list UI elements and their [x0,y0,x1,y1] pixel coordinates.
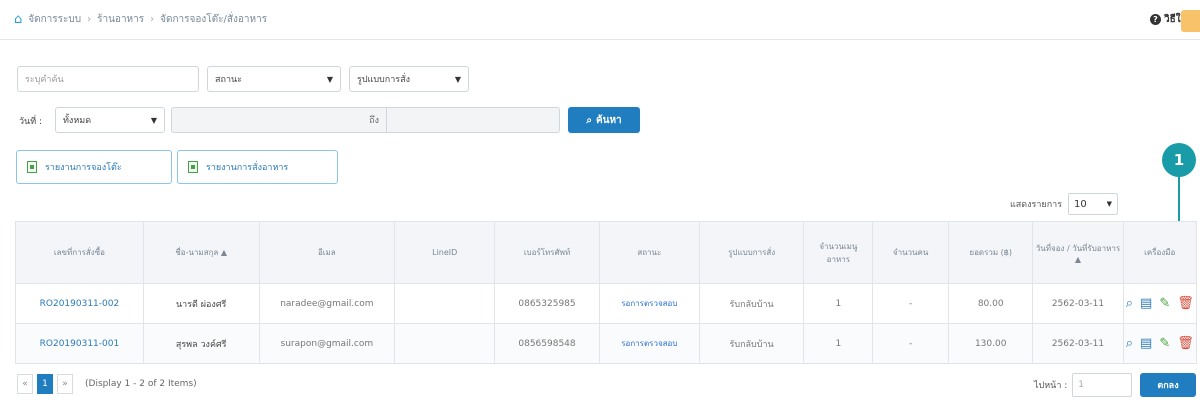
customer-lineid [394,323,496,364]
page-size-label: แสดงรายการ [1010,200,1063,210]
caret-down-icon: ▼ [326,74,333,84]
col-tools: เครื่องมือ [1122,221,1198,284]
order-type-select[interactable]: รูปแบบการสั่ง ▼ [349,66,469,92]
date-from-input[interactable]: ถึง [171,107,387,133]
pagination-info: (Display 1 - 2 of 2 Items) [85,379,197,389]
pencil-icon[interactable]: ✎ [1159,336,1170,351]
col-people[interactable]: จำนวนคน [872,221,949,284]
customer-name: สุรพล วงค์ศรี [142,323,260,364]
goto-page-control: ไปหน้า : 1 [1034,373,1133,397]
breadcrumb: ⌂ จัดการระบบ › ร้านอาหาร › จัดการจองโต๊ะ… [14,12,267,27]
pagination: « 1 » (Display 1 - 2 of 2 Items) [17,374,197,394]
caret-down-icon: ▼ [454,74,461,84]
col-email[interactable]: อีเมล [258,221,396,284]
search-button-label: ค้นหา [595,114,622,126]
search-input[interactable]: ระบุคำค้น [17,66,199,92]
menu-count: 1 [803,283,874,324]
order-date: 2562-03-11 [1032,323,1124,364]
home-icon[interactable]: ⌂ [14,12,22,27]
booking-report-button[interactable]: รายงานการจองโต๊ะ [16,150,172,184]
date-to-input[interactable] [386,107,560,133]
status-select-value: สถานะ [215,75,242,85]
date-range-select[interactable]: ทั้งหมด ▼ [55,107,165,133]
status-select[interactable]: สถานะ ▼ [207,66,341,92]
date-label: วันที่ : [19,117,43,127]
document-icon [188,161,198,173]
document-icon[interactable]: ▤ [1140,336,1152,351]
breadcrumb-item-restaurant[interactable]: ร้านอาหาร [97,12,144,27]
next-page-button[interactable]: » [57,374,73,394]
food-report-label: รายงานการสั่งอาหาร [206,163,289,173]
notification-tab[interactable] [1181,10,1200,32]
search-button[interactable]: ⌕ ค้นหา [568,107,640,133]
document-icon[interactable]: ▤ [1140,296,1152,311]
trash-icon[interactable]: 🗑 [1177,336,1194,351]
table-row: RO20190311-002 นารดี ผ่องศรี naradee@gma… [15,283,1198,324]
order-type: รับกลับบ้าน [698,283,805,324]
order-total: 80.00 [947,283,1034,324]
table-header-row: เลขที่การสั่งซื้อ ชื่อ-นามสกุล ▲ อีเมล L… [15,221,1198,284]
search-placeholder: ระบุคำค้น [25,75,64,85]
page-size-control: แสดงรายการ 10 ▼ [1010,193,1119,215]
goto-page-value: 1 [1078,380,1085,390]
table-row: RO20190311-001 สุรพล วงค์ศรี surapon@gma… [15,323,1198,364]
food-report-button[interactable]: รายงานการสั่งอาหาร [177,150,338,184]
date-to-label: ถึง [369,116,379,126]
magnifier-icon[interactable]: ⌕ [1126,336,1133,351]
page-size-select[interactable]: 10 ▼ [1068,193,1119,215]
col-status[interactable]: สถานะ [598,221,700,284]
customer-phone: 0865325985 [494,283,600,324]
order-total: 130.00 [947,323,1034,364]
customer-lineid [394,283,496,324]
breadcrumb-item-system[interactable]: จัดการระบบ [28,12,81,27]
col-total[interactable]: ยอดรวม (฿) [947,221,1034,284]
customer-email: surapon@gmail.com [258,323,396,364]
chevron-right-icon: › [87,14,92,25]
people-count: - [872,323,949,364]
annotation-badge: 1 [1162,143,1196,177]
date-range-value: ทั้งหมด [63,116,92,126]
goto-submit-button[interactable]: ตกลง [1140,373,1196,397]
order-no-link[interactable]: RO20190311-001 [15,323,144,364]
orders-table: เลขที่การสั่งซื้อ ชื่อ-นามสกุล ▲ อีเมล L… [15,221,1198,364]
people-count: - [872,283,949,324]
document-icon [27,161,37,173]
page-size-value: 10 [1074,198,1087,210]
breadcrumb-item-current: จัดการจองโต๊ะ/สั่งอาหาร [160,14,268,25]
prev-page-button[interactable]: « [17,374,33,394]
order-date: 2562-03-11 [1032,283,1124,324]
col-order-type[interactable]: รูปแบบการสั่ง [698,221,805,284]
col-date[interactable]: วันที่จอง / วันที่รับอาหาร ▲ [1032,221,1124,284]
booking-report-label: รายงานการจองโต๊ะ [45,163,122,173]
caret-down-icon: ▼ [1106,200,1113,208]
customer-email: naradee@gmail.com [258,283,396,324]
col-name[interactable]: ชื่อ-นามสกุล ▲ [142,221,260,284]
caret-down-icon: ▼ [150,115,157,125]
chevron-right-icon: › [150,14,155,25]
question-icon: ? [1150,14,1161,25]
pencil-icon[interactable]: ✎ [1159,296,1170,311]
status-badge: รอการตรวจสอบ [598,323,700,364]
order-type-select-value: รูปแบบการสั่ง [357,75,410,85]
goto-label: ไปหน้า : [1034,381,1068,391]
search-icon: ⌕ [586,114,592,126]
page-1-button[interactable]: 1 [37,374,53,394]
top-bar: ⌂ จัดการระบบ › ร้านอาหาร › จัดการจองโต๊ะ… [0,0,1200,40]
row-tools: ⌕ ▤ ✎ 🗑 [1122,323,1198,364]
col-lineid[interactable]: LineID [394,221,496,284]
order-type: รับกลับบ้าน [698,323,805,364]
trash-icon[interactable]: 🗑 [1177,296,1194,311]
customer-phone: 0856598548 [494,323,600,364]
menu-count: 1 [803,323,874,364]
row-tools: ⌕ ▤ ✎ 🗑 [1122,283,1198,324]
order-no-link[interactable]: RO20190311-002 [15,283,144,324]
customer-name: นารดี ผ่องศรี [142,283,260,324]
col-phone[interactable]: เบอร์โทรศัพท์ [494,221,600,284]
col-menu-count[interactable]: จำนวนเมนู อาหาร [803,221,874,284]
goto-page-input[interactable]: 1 [1072,373,1133,397]
col-order-no[interactable]: เลขที่การสั่งซื้อ [15,221,144,284]
magnifier-icon[interactable]: ⌕ [1126,296,1133,311]
status-badge: รอการตรวจสอบ [598,283,700,324]
